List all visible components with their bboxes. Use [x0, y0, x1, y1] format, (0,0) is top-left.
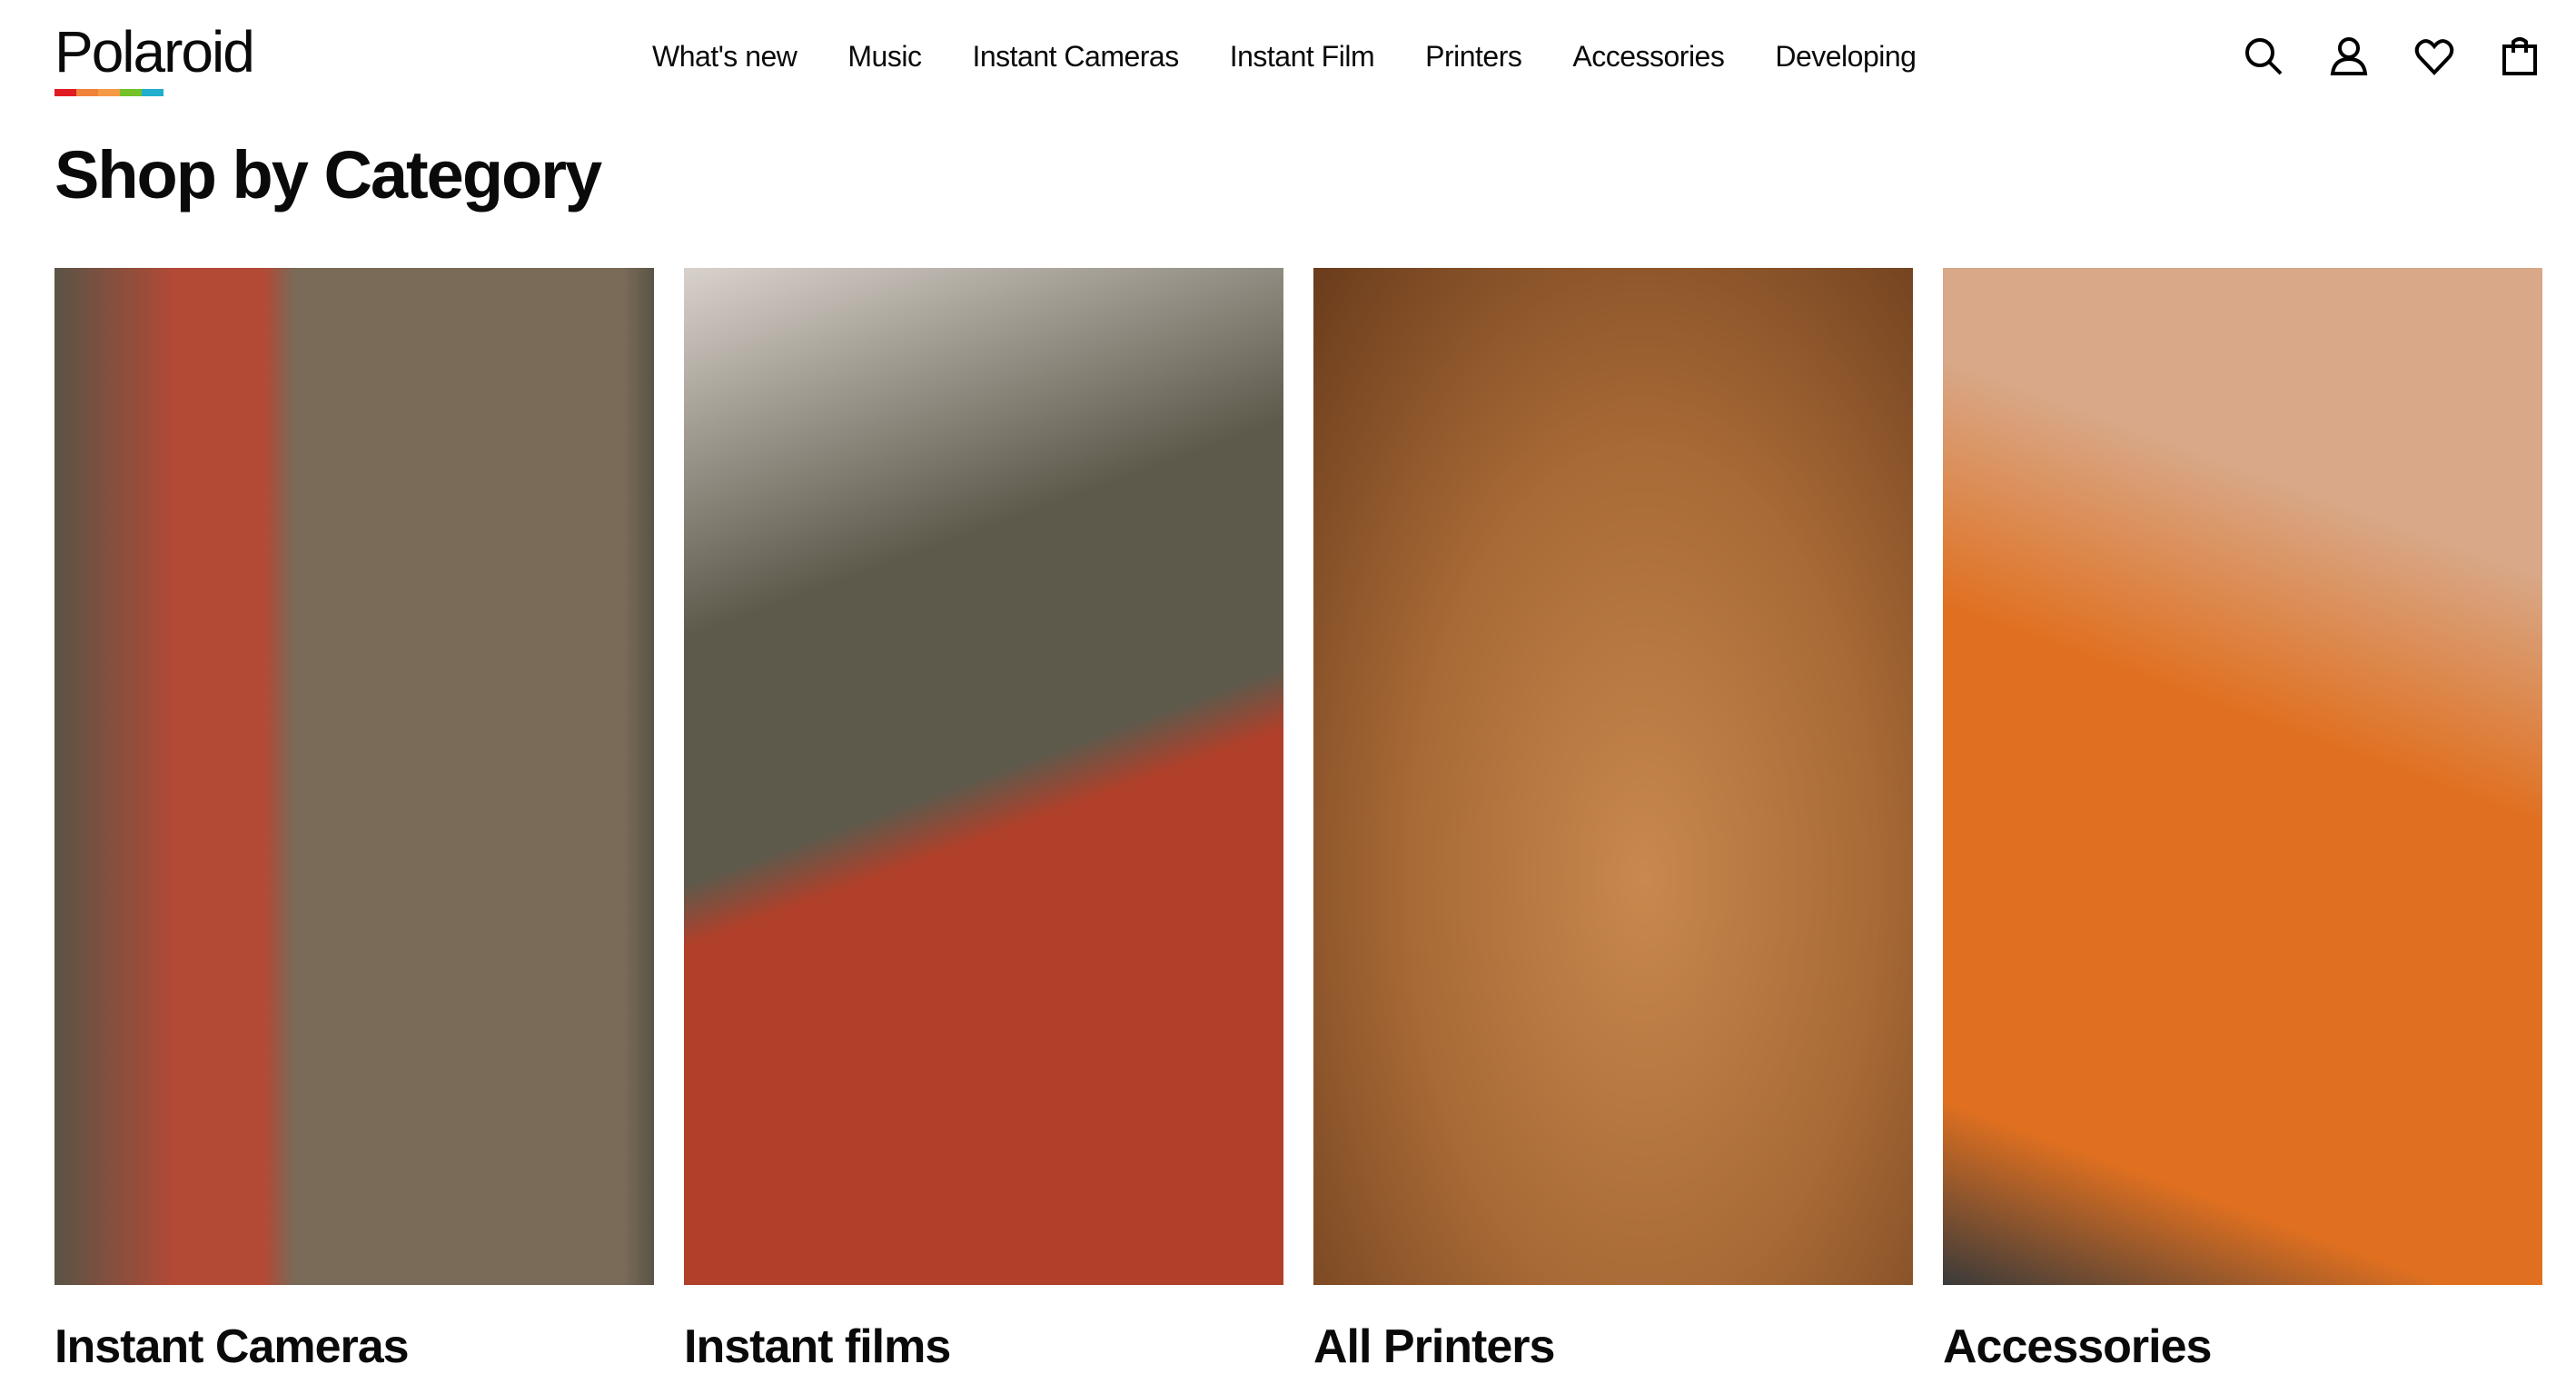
nav-whats-new[interactable]: What's new — [652, 40, 798, 74]
nav-developing[interactable]: Developing — [1775, 40, 1917, 74]
nav-printers[interactable]: Printers — [1425, 40, 1522, 74]
stripe-segment — [76, 89, 98, 96]
page-title: Shop by Category — [54, 137, 602, 213]
category-label[interactable]: Instant Cameras — [54, 1320, 654, 1374]
nav-instant-film[interactable]: Instant Film — [1230, 40, 1375, 74]
category-label[interactable]: Accessories — [1943, 1320, 2542, 1374]
category-label[interactable]: Instant films — [684, 1320, 1283, 1374]
stripe-segment — [142, 89, 163, 96]
category-label[interactable]: All Printers — [1313, 1320, 1913, 1374]
stripe-segment — [98, 89, 120, 96]
polaroid-logo[interactable]: Polaroid — [54, 19, 255, 96]
category-card-accessories[interactable]: Accessories — [1943, 268, 2542, 1374]
stripe-segment — [54, 89, 76, 96]
category-image[interactable] — [684, 268, 1283, 1285]
category-image[interactable] — [1313, 268, 1913, 1285]
category-grid: Instant Cameras Instant films All Printe… — [54, 268, 2542, 1374]
search-icon[interactable] — [2244, 36, 2284, 76]
stripe-segment — [120, 89, 142, 96]
nav-instant-cameras[interactable]: Instant Cameras — [972, 40, 1179, 74]
account-icon[interactable] — [2329, 36, 2369, 76]
main-nav: What's new Music Instant Cameras Instant… — [652, 40, 1917, 74]
logo-text: Polaroid — [54, 19, 255, 84]
category-image[interactable] — [54, 268, 654, 1285]
wishlist-heart-icon[interactable] — [2414, 36, 2454, 76]
nav-music[interactable]: Music — [847, 40, 922, 74]
header-icons — [2244, 36, 2540, 76]
category-card-all-printers[interactable]: All Printers — [1313, 268, 1913, 1374]
category-image[interactable] — [1943, 268, 2542, 1285]
category-card-instant-films[interactable]: Instant films — [684, 268, 1283, 1374]
nav-accessories[interactable]: Accessories — [1572, 40, 1725, 74]
logo-color-stripe — [54, 89, 163, 96]
shopping-bag-icon[interactable] — [2500, 36, 2540, 76]
category-card-instant-cameras[interactable]: Instant Cameras — [54, 268, 654, 1374]
